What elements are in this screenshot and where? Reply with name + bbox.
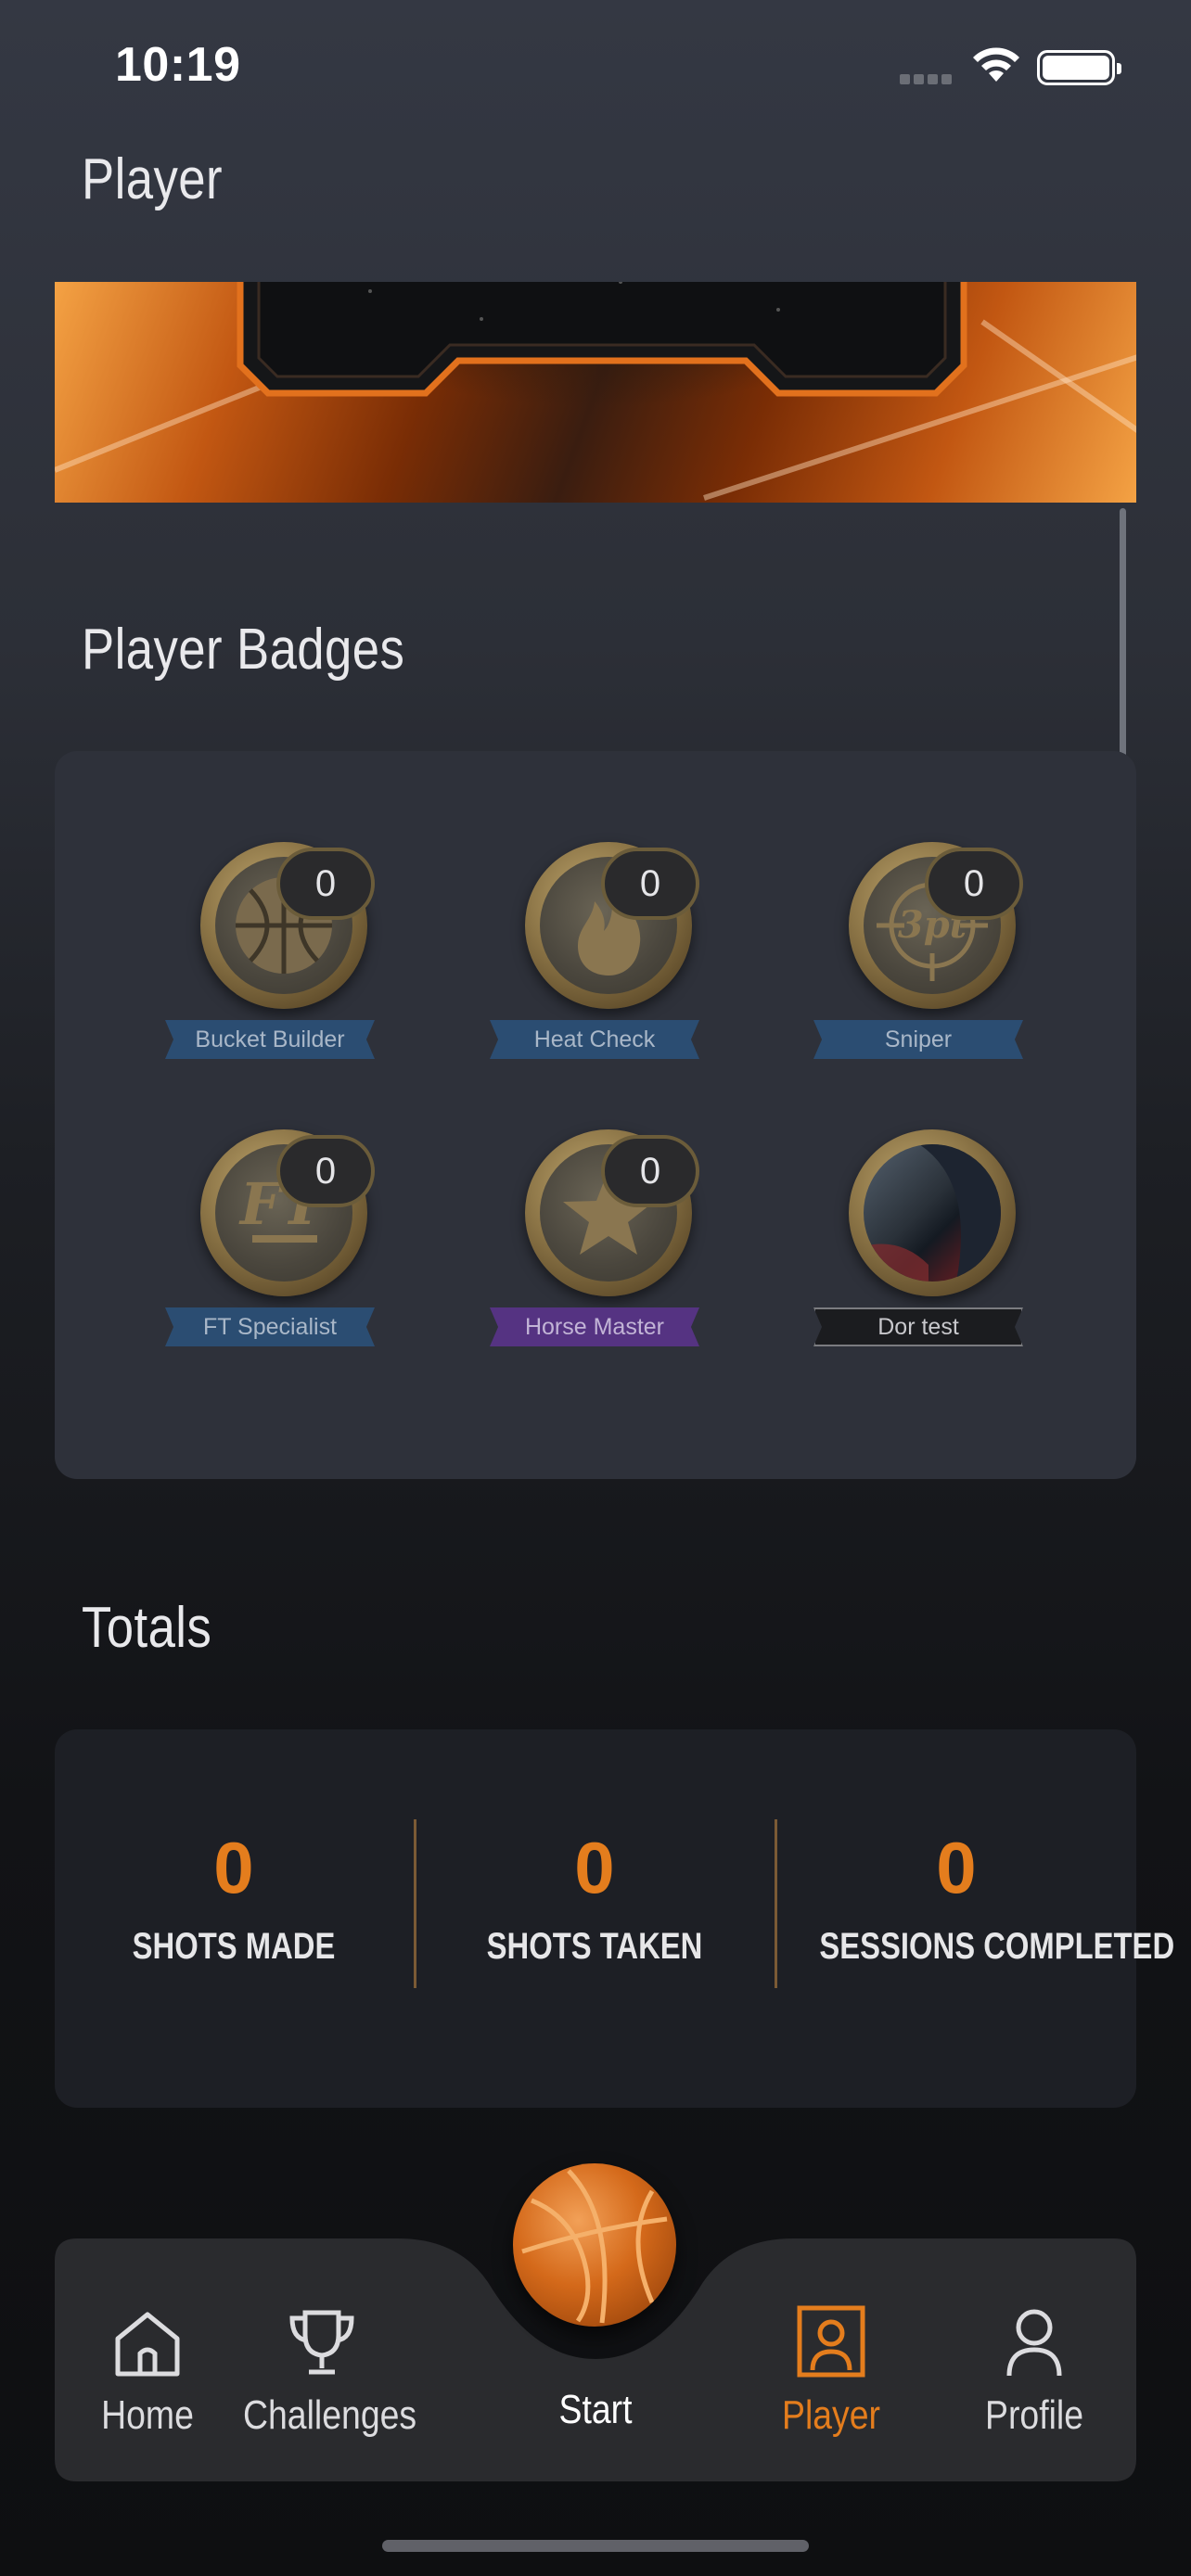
badge-dor-test[interactable]: Dor test	[813, 1129, 1036, 1371]
status-bar: 10:19	[0, 0, 1191, 139]
player-card-banner[interactable]	[55, 282, 1136, 503]
tab-challenges[interactable]: Challenges	[229, 2294, 417, 2439]
stat-sessions-completed: 0 SESSIONS COMPLETED	[789, 1827, 1175, 1968]
stat-value: 0	[213, 1827, 254, 1908]
custom-image-icon	[864, 1144, 1001, 1282]
badge-horse-master[interactable]: 0 Horse Master	[490, 1129, 712, 1371]
cellular-signal-icon	[900, 72, 955, 89]
tab-label: Home	[101, 2392, 194, 2438]
badge-sniper[interactable]: 3pt 0 Sniper	[813, 842, 1036, 1083]
totals-section-title: Totals	[82, 1596, 212, 1660]
badge-heat-check[interactable]: 0 Heat Check	[490, 842, 712, 1083]
stat-divider	[775, 1819, 777, 1988]
tab-label: Profile	[984, 2392, 1084, 2438]
player-card-icon	[797, 2305, 865, 2378]
badge-label: Sniper	[813, 1020, 1023, 1059]
stat-label: SHOTS MADE	[132, 1926, 336, 1967]
stat-divider	[414, 1819, 416, 1988]
badge-bucket-builder[interactable]: 0 Bucket Builder	[165, 842, 388, 1083]
badge-count: 0	[276, 848, 375, 920]
stat-shots-made: 0 SHOTS MADE	[67, 1831, 401, 1968]
page-title: Player	[82, 147, 223, 211]
tab-profile[interactable]: Profile	[941, 2294, 1127, 2439]
home-icon	[115, 2312, 180, 2377]
badge-medal	[849, 1129, 1016, 1296]
person-icon	[1006, 2309, 1062, 2377]
player-card-frame	[237, 282, 967, 397]
badges-section-title: Player Badges	[82, 618, 405, 682]
battery-icon	[1037, 50, 1121, 85]
badge-count: 0	[276, 1135, 375, 1207]
badge-label: FT Specialist	[165, 1307, 375, 1346]
stat-value: 0	[574, 1827, 615, 1908]
badge-label: Horse Master	[490, 1307, 699, 1346]
badge-count: 0	[925, 848, 1023, 920]
basketball-icon	[521, 2169, 668, 2324]
tab-label: Challenges	[243, 2392, 417, 2438]
badge-label: Dor test	[813, 1307, 1023, 1346]
badge-label: Heat Check	[490, 1020, 699, 1059]
stat-label: SESSIONS COMPLETED	[819, 1926, 1175, 1967]
tab-player[interactable]: Player	[738, 2294, 924, 2439]
stat-label: SHOTS TAKEN	[486, 1926, 703, 1967]
trophy-icon	[289, 2310, 354, 2375]
status-time: 10:19	[115, 38, 241, 92]
badge-label: Bucket Builder	[165, 1020, 375, 1059]
start-label[interactable]: Start	[517, 2387, 674, 2433]
badge-ft-specialist[interactable]: FT 0 FT Specialist	[165, 1129, 388, 1371]
wifi-icon	[973, 47, 1019, 82]
start-button[interactable]	[513, 2163, 676, 2327]
badge-count: 0	[601, 1135, 699, 1207]
badge-count: 0	[601, 848, 699, 920]
stat-value: 0	[936, 1827, 977, 1908]
tab-home[interactable]: Home	[55, 2294, 240, 2439]
stat-shots-taken: 0 SHOTS TAKEN	[428, 1831, 762, 1968]
tab-label: Player	[781, 2392, 881, 2438]
home-indicator[interactable]	[382, 2540, 809, 2552]
